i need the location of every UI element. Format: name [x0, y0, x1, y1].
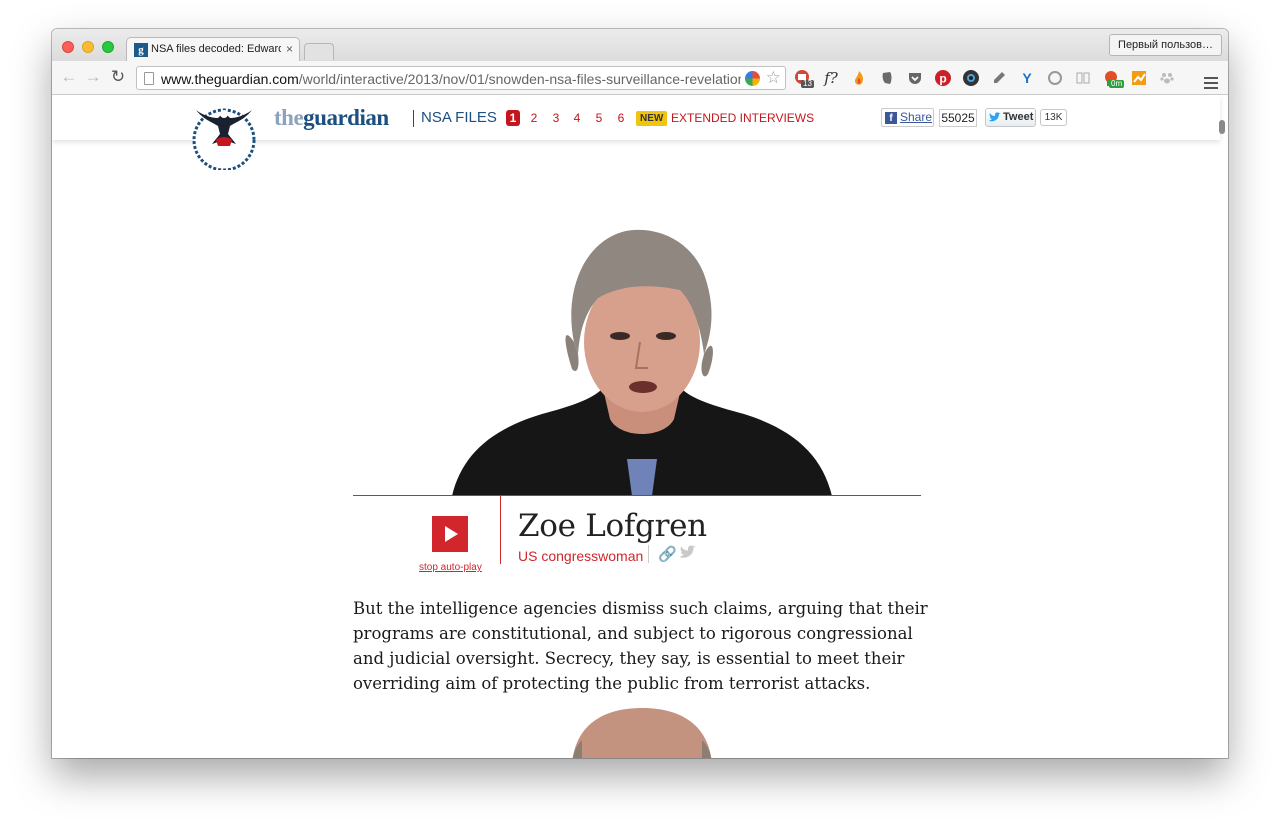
facebook-share-button[interactable]: f Share: [881, 108, 934, 127]
pinterest-icon[interactable]: p: [934, 69, 952, 87]
link-icon[interactable]: 🔗: [658, 545, 677, 563]
forward-icon[interactable]: →: [84, 68, 102, 86]
url-path: /world/interactive/2013/nov/01/snowden-n…: [298, 71, 741, 87]
flame-icon[interactable]: [850, 69, 868, 87]
evernote-icon[interactable]: [878, 69, 896, 87]
zoom-window-button[interactable]: [102, 41, 114, 53]
url-text[interactable]: www.theguardian.com/world/interactive/20…: [161, 71, 741, 87]
tweet-count: 13K: [1040, 109, 1067, 126]
interview-vertical-divider: [500, 496, 501, 564]
page-content: theguardian NSA FILES 1 2 3 4 5 6 NEW EX…: [52, 96, 1228, 758]
new-tab-button[interactable]: [304, 43, 334, 60]
twitter-share-icon[interactable]: [679, 545, 697, 560]
facebook-share-label: Share: [900, 110, 933, 124]
interviewee-name: Zoe Lofgren: [518, 508, 707, 544]
scrollbar-thumb[interactable]: [1219, 120, 1225, 134]
title-bar: g NSA files decoded: Edward × Первый пол…: [52, 29, 1228, 61]
extensions-bar: 13 f? p Y 0m: [792, 67, 1224, 89]
refresh-icon[interactable]: [1046, 69, 1064, 87]
interview-divider-line: [353, 495, 921, 496]
guardian-logo[interactable]: theguardian: [274, 105, 389, 131]
browser-toolbar: ← → ↻ www.theguardian.com/world/interact…: [52, 61, 1228, 95]
page-icon: [144, 72, 154, 85]
address-bar[interactable]: www.theguardian.com/world/interactive/20…: [136, 66, 786, 90]
interviewee-title: US congresswoman: [518, 548, 644, 564]
reload-icon[interactable]: ↻: [109, 68, 127, 86]
extended-interviews-link[interactable]: EXTENDED INTERVIEWS: [671, 111, 814, 126]
facebook-share-count: 55025: [939, 109, 977, 127]
tab-title: NSA files decoded: Edward: [151, 43, 281, 55]
bookmark-star-icon[interactable]: ☆: [766, 68, 781, 88]
interviewee-portrait: [452, 229, 832, 496]
site-header: theguardian NSA FILES 1 2 3 4 5 6 NEW EX…: [52, 96, 1220, 170]
eyedropper-icon[interactable]: [990, 69, 1008, 87]
new-badge: NEW: [636, 111, 668, 126]
gmail-icon[interactable]: 13: [794, 69, 814, 88]
facebook-icon: f: [885, 112, 897, 124]
brand-the: the: [274, 105, 304, 130]
yandex-icon[interactable]: Y: [1018, 69, 1036, 87]
brand-guardian: guardian: [303, 105, 389, 130]
chapter-1-link[interactable]: 1: [506, 110, 520, 126]
profile-button[interactable]: Первый пользов…: [1109, 34, 1222, 56]
browser-tab[interactable]: g NSA files decoded: Edward ×: [126, 37, 300, 61]
next-interviewee-portrait: [572, 708, 712, 758]
stop-autoplay-link[interactable]: stop auto-play: [419, 562, 482, 573]
back-icon[interactable]: ←: [60, 68, 78, 86]
pocket-icon[interactable]: [906, 69, 924, 87]
chart-icon[interactable]: [1130, 69, 1148, 87]
tweet-button[interactable]: Tweet: [985, 108, 1036, 127]
share-divider: [648, 545, 649, 563]
tab-close-icon[interactable]: ×: [286, 42, 293, 56]
gmail-unread-count: 13: [801, 79, 814, 88]
reader-icon[interactable]: [1074, 69, 1092, 87]
rss-badge: 0m: [1109, 79, 1125, 88]
nsa-files-link[interactable]: NSA FILES: [421, 109, 497, 127]
chrome-menu-icon[interactable]: [1204, 77, 1218, 89]
minimize-window-button[interactable]: [82, 41, 94, 53]
chapter-4-link[interactable]: 4: [570, 110, 584, 126]
font-icon[interactable]: f?: [822, 69, 840, 87]
chapter-3-link[interactable]: 3: [549, 110, 563, 126]
article-paragraph: But the intelligence agencies dismiss su…: [353, 599, 928, 693]
chrome-extension-icon[interactable]: [745, 71, 760, 86]
chapter-5-link[interactable]: 5: [592, 110, 606, 126]
tweet-label: Tweet: [1003, 111, 1034, 123]
url-host: www.theguardian.com: [161, 71, 299, 87]
header-divider: [413, 110, 414, 127]
paw-icon[interactable]: [1158, 69, 1176, 87]
camera-icon[interactable]: [962, 69, 980, 87]
chapter-2-link[interactable]: 2: [527, 110, 541, 126]
rss-icon[interactable]: 0m: [1102, 69, 1125, 88]
chapter-6-link[interactable]: 6: [614, 110, 628, 126]
guardian-favicon-icon: g: [134, 43, 148, 57]
browser-window: g NSA files decoded: Edward × Первый пол…: [52, 29, 1228, 758]
nsa-eagle-logo: [192, 108, 256, 170]
twitter-bird-icon: [989, 112, 1001, 122]
close-window-button[interactable]: [62, 41, 74, 53]
svg-text:p: p: [939, 72, 946, 86]
play-video-button[interactable]: [432, 516, 468, 552]
